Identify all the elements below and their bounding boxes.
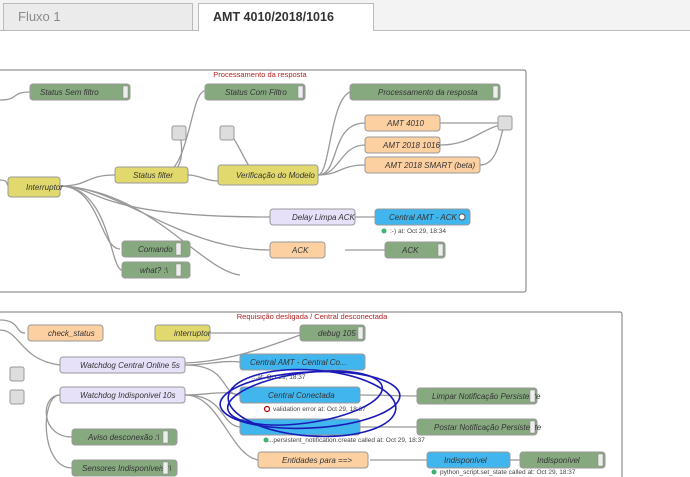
node-status-sem-filtro[interactable]: Status Sem filtro	[29, 83, 131, 101]
svg-text:Limpar Notificação Persistente: Limpar Notificação Persistente	[432, 392, 541, 401]
group-requisicao-label: Requisição desligada / Central desconect…	[237, 312, 388, 321]
tab-amt-4010[interactable]: AMT 4010/2018/1016	[198, 3, 374, 31]
svg-text:AMT 2018 SMART (beta): AMT 2018 SMART (beta)	[384, 161, 475, 170]
svg-text:Central Conectada: Central Conectada	[268, 391, 335, 400]
svg-text:Watchdog Central Online 5s: Watchdog Central Online 5s	[80, 361, 180, 370]
node-postar-notificacao[interactable]: Postar Notificação Persistente	[416, 418, 542, 436]
node-aviso-desconexao[interactable]: Aviso desconexão :\	[71, 428, 178, 446]
tab-fluxo-1[interactable]: Fluxo 1	[3, 3, 193, 30]
svg-text:Sensores Indisponíveis :\: Sensores Indisponíveis :\	[82, 464, 171, 473]
node-ack-debug[interactable]: ACK	[384, 241, 446, 259]
svg-text:Comando: Comando	[138, 245, 173, 254]
workspace-tabbar: Fluxo 1 AMT 4010/2018/1016	[0, 0, 690, 31]
svg-text:debug 105: debug 105	[318, 329, 356, 338]
svg-text:Status filter: Status filter	[133, 171, 173, 180]
svg-text:what? :\: what? :\	[140, 266, 168, 275]
node-indisponivel-debug[interactable]: Indisponível	[519, 451, 606, 469]
svg-text:AMT 4010: AMT 4010	[386, 119, 424, 128]
svg-text:Watchdog Indisponivel 10s: Watchdog Indisponivel 10s	[80, 391, 175, 400]
svg-text:Delay Limpa ACK: Delay Limpa ACK	[292, 213, 356, 222]
node-amt-2018-1016[interactable]: AMT 2018 1016	[364, 136, 441, 154]
node-check-status[interactable]: check_status	[27, 324, 104, 342]
node-debug-105[interactable]: debug 105	[299, 324, 366, 342]
svg-text:Indisponível: Indisponível	[444, 456, 487, 465]
node-watchdog-indisponivel[interactable]: Watchdog Indisponivel 10s	[59, 386, 186, 404]
node-status-filter[interactable]: Status filter	[114, 166, 189, 184]
svg-text:AMT 2018 1016: AMT 2018 1016	[382, 141, 440, 150]
status-notification-create: ...persistent_notification.create called…	[268, 437, 425, 444]
node-interruptor[interactable]: Interruptor	[7, 176, 63, 198]
flow-canvas[interactable]: Processamento da resposta Requisição des…	[0, 30, 690, 477]
node-ack-function[interactable]: ACK	[269, 241, 326, 259]
svg-text:Processamento da resposta: Processamento da resposta	[378, 88, 478, 97]
group-processamento-label: Processamento da resposta	[213, 70, 307, 79]
status-python-script: python_script.set_state called at: Oct 2…	[440, 469, 576, 476]
status-ack-ok: :-) at: Oct 29, 18:34	[390, 228, 446, 235]
svg-text:ACK: ACK	[291, 246, 309, 255]
svg-text:Interruptor: Interruptor	[26, 183, 63, 192]
node-processamento-resposta[interactable]: Processamento da resposta	[349, 83, 501, 101]
node-verificacao-modelo[interactable]: Verificação do Modelo	[217, 164, 319, 186]
svg-text:Verificação do Modelo: Verificação do Modelo	[236, 171, 315, 180]
svg-text:Central AMT - Central Co...: Central AMT - Central Co...	[250, 358, 347, 367]
node-amt-4010[interactable]: AMT 4010	[364, 114, 441, 132]
svg-text:Postar Notificação Persistente: Postar Notificação Persistente	[434, 423, 542, 432]
node-limpar-notificacao[interactable]: Limpar Notificação Persistente	[416, 387, 541, 405]
svg-text:Status Sem filtro: Status Sem filtro	[40, 88, 99, 97]
node-interruptor-2[interactable]: interruptor	[154, 324, 211, 342]
svg-text:Central AMT - ACK: Central AMT - ACK	[389, 213, 458, 222]
svg-text:Indisponível: Indisponível	[537, 456, 580, 465]
svg-text:Status Com Filtro: Status Com Filtro	[225, 88, 287, 97]
node-entidades-para[interactable]: Entidades para ==>	[257, 451, 369, 469]
svg-text:Entidades para ==>: Entidades para ==>	[282, 456, 352, 465]
svg-text:Aviso desconexão :\: Aviso desconexão :\	[87, 433, 159, 442]
svg-text:check_status: check_status	[48, 329, 95, 338]
node-status-com-filtro[interactable]: Status Com Filtro	[204, 83, 306, 101]
node-delay-limpa-ack[interactable]: Delay Limpa ACK	[269, 208, 356, 226]
node-what[interactable]: what? :\	[121, 261, 191, 279]
node-central-amt-ack[interactable]: Central AMT - ACK :-) at: Oct 29, 18:34	[374, 208, 471, 235]
node-watchdog-online[interactable]: Watchdog Central Online 5s	[59, 356, 186, 374]
node-sensores-indisponiveis[interactable]: Sensores Indisponíveis :\	[71, 459, 178, 477]
svg-text:ACK: ACK	[401, 246, 419, 255]
node-central-amt-partial[interactable]: Central AMT - Central Co... ...at: Oct 2…	[239, 353, 366, 381]
wires	[0, 90, 520, 469]
node-amt-2018-smart[interactable]: AMT 2018 SMART (beta)	[364, 156, 481, 174]
svg-text:interruptor: interruptor	[174, 329, 211, 338]
node-central-hidden[interactable]: ...persistent_notification.create called…	[239, 418, 425, 444]
node-comando[interactable]: Comando	[121, 240, 191, 258]
node-central-conectada[interactable]: Central Conectada validation error at: O…	[239, 386, 366, 413]
